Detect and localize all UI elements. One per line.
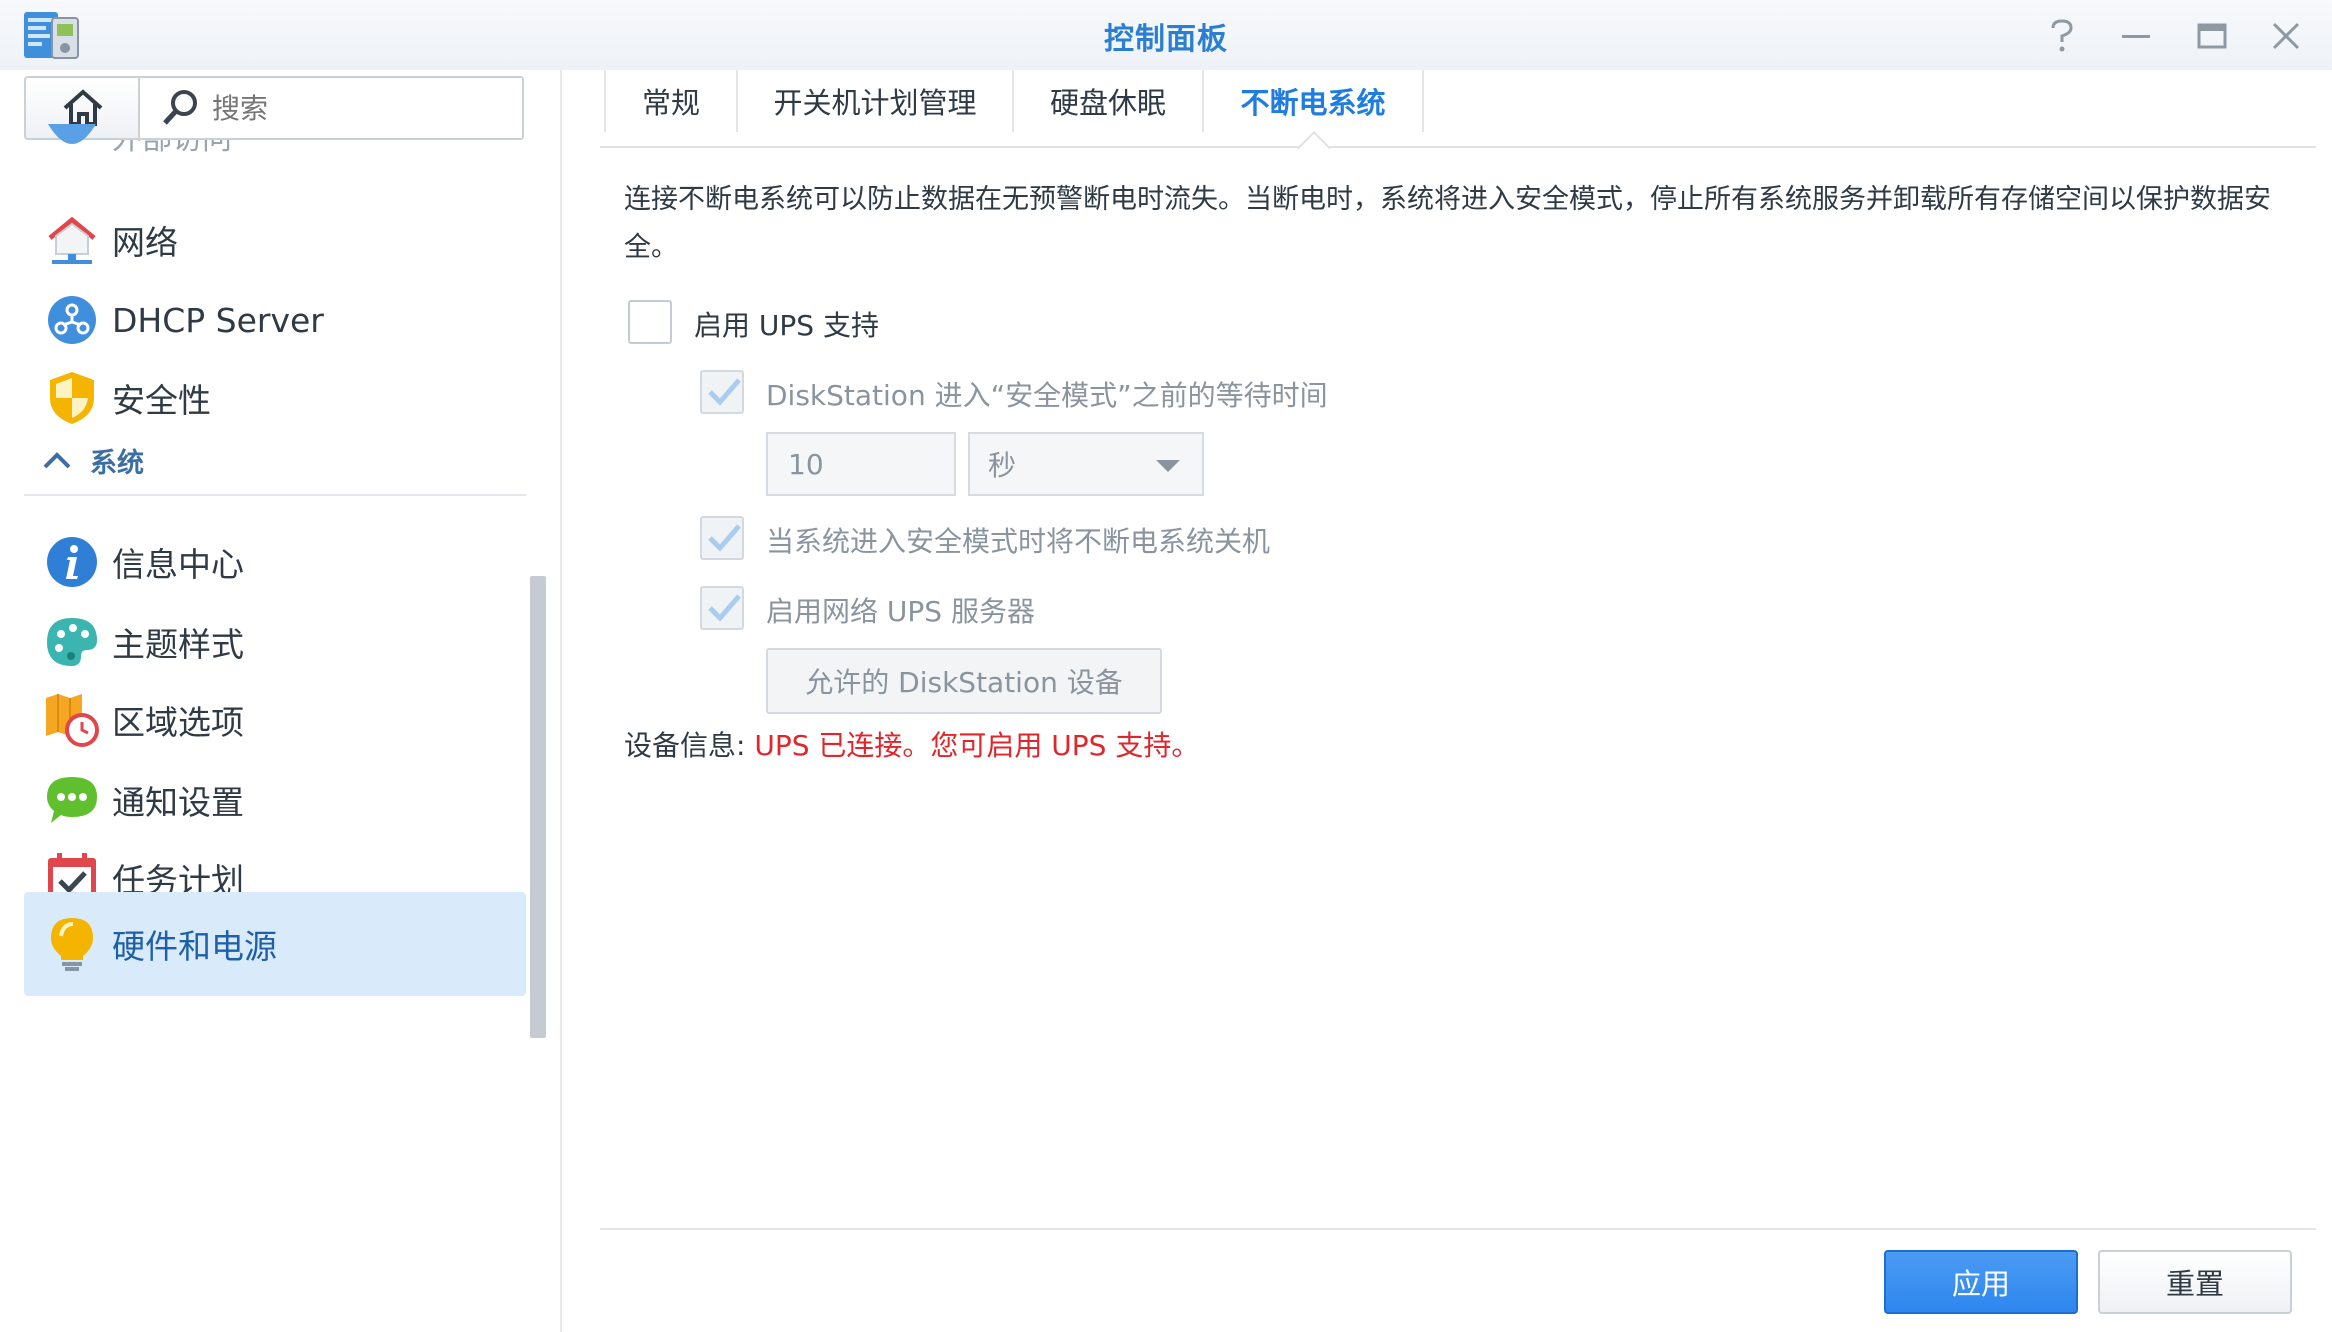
sidebar: 外部访问 网络 (0, 70, 560, 1332)
shield-icon (44, 370, 100, 426)
sidebar-item-label: 主题样式 (112, 625, 244, 664)
network-ups-label: 启用网络 UPS 服务器 (766, 595, 1035, 628)
footer-divider (600, 1228, 2316, 1230)
shutdown-ups-checkbox[interactable] (700, 516, 744, 560)
maximize-icon[interactable] (2190, 14, 2234, 58)
allowed-devices-button[interactable]: 允许的 DiskStation 设备 (766, 648, 1162, 714)
sidebar-item-label: 安全性 (112, 381, 211, 420)
tab-ups[interactable]: 不断电系统 (1202, 70, 1424, 132)
wait-time-input[interactable]: 10 (766, 432, 956, 496)
check-icon (708, 378, 741, 406)
network-house-icon (44, 212, 100, 268)
help-icon[interactable] (2040, 14, 2084, 58)
reset-button[interactable]: 重置 (2098, 1250, 2292, 1314)
network-ups-checkbox[interactable] (700, 586, 744, 630)
apply-button[interactable]: 应用 (1884, 1250, 2078, 1314)
chat-bubble-icon (44, 772, 100, 828)
sidebar-item-label: 区域选项 (112, 703, 244, 742)
sidebar-divider (560, 70, 562, 1332)
device-info-label: 设备信息: (624, 729, 746, 762)
sidebar-item-label: 外部访问 (112, 140, 232, 154)
enable-ups-checkbox[interactable] (628, 300, 672, 344)
sidebar-item-label: 通知设置 (112, 783, 244, 822)
search-input[interactable] (212, 91, 512, 125)
lightbulb-icon (44, 916, 100, 972)
check-icon (708, 524, 741, 552)
sidebar-item-label: 信息中心 (112, 545, 244, 584)
enable-ups-label: 启用 UPS 支持 (694, 309, 879, 342)
wait-time-value: 10 (788, 447, 824, 481)
device-info: 设备信息: UPS 已连接。您可启用 UPS 支持。 (624, 724, 1199, 764)
wait-time-label: DiskStation 进入“安全模式”之前的等待时间 (766, 379, 1328, 412)
wait-unit-value: 秒 (988, 449, 1017, 482)
dropdown-arrow-icon (1156, 460, 1180, 472)
device-info-message: UPS 已连接。您可启用 UPS 支持。 (754, 729, 1200, 762)
palette-icon (44, 614, 100, 670)
minimize-icon[interactable] (2114, 14, 2158, 58)
wait-unit-select[interactable]: 秒 (968, 432, 1204, 496)
active-tab-indicator (1297, 131, 1331, 165)
sidebar-item-label: 硬件和电源 (112, 927, 277, 966)
search-icon (163, 90, 197, 125)
sidebar-item-hardware-power[interactable]: 硬件和电源 (24, 892, 526, 996)
sidebar-item-label: 网络 (112, 223, 178, 262)
main-panel: 常规 开关机计划管理 硬盘休眠 不断电系统 连接不断电系统可以防止数据在无预警断… (600, 70, 2316, 1332)
tab-hdd-hibernation[interactable]: 硬盘休眠 (1012, 70, 1204, 132)
close-icon[interactable] (2264, 14, 2308, 58)
sidebar-scrollbar[interactable] (530, 576, 546, 1038)
window-title: 控制面板 (1104, 22, 1228, 57)
globe-icon (44, 124, 100, 154)
info-icon (44, 534, 100, 590)
region-clock-icon (44, 692, 100, 748)
home-icon (63, 89, 103, 126)
sidebar-item-label: DHCP Server (112, 300, 324, 340)
wait-time-checkbox[interactable] (700, 370, 744, 414)
check-icon (708, 594, 741, 622)
sidebar-item-external-access[interactable]: 外部访问 (24, 124, 526, 154)
tab-power-schedule[interactable]: 开关机计划管理 (736, 70, 1014, 132)
shutdown-ups-label: 当系统进入安全模式时将不断电系统关机 (766, 525, 1271, 558)
section-header-label: 系统 (90, 447, 144, 479)
chevron-up-icon (43, 452, 71, 469)
section-header-system[interactable]: 系统 (24, 426, 526, 496)
tab-bar: 常规 开关机计划管理 硬盘休眠 不断电系统 (600, 70, 2316, 165)
dhcp-icon (44, 292, 100, 348)
tab-general[interactable]: 常规 (604, 70, 738, 132)
title-bar: 控制面板 (0, 0, 2332, 70)
ups-description: 连接不断电系统可以防止数据在无预警断电时流失。当断电时，系统将进入安全模式，停止… (624, 184, 2271, 263)
